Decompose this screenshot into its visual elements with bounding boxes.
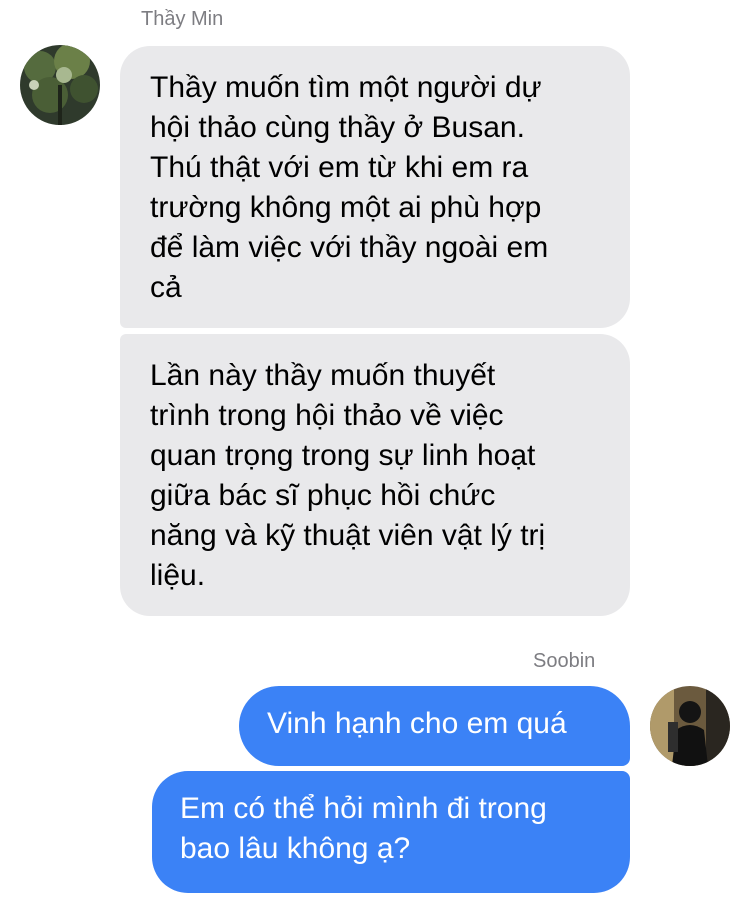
outgoing-sender-name: Soobin (533, 650, 596, 672)
incoming-message-2[interactable]: Lần này thầy muốn thuyết trình trong hội… (120, 334, 630, 616)
person-photo-avatar-icon (650, 686, 730, 766)
outgoing-message-2[interactable]: Em có thể hỏi mình đi trong bao lâu khôn… (152, 771, 630, 893)
outgoing-avatar[interactable] (650, 686, 730, 766)
tree-photo-avatar-icon (20, 45, 100, 125)
incoming-avatar[interactable] (20, 45, 100, 125)
outgoing-message-1[interactable]: Vinh hạnh cho em quá (239, 686, 630, 766)
incoming-message-1[interactable]: Thầy muốn tìm một người dự hội thảo cùng… (120, 46, 630, 328)
incoming-sender-name: Thầy Min (141, 8, 224, 30)
